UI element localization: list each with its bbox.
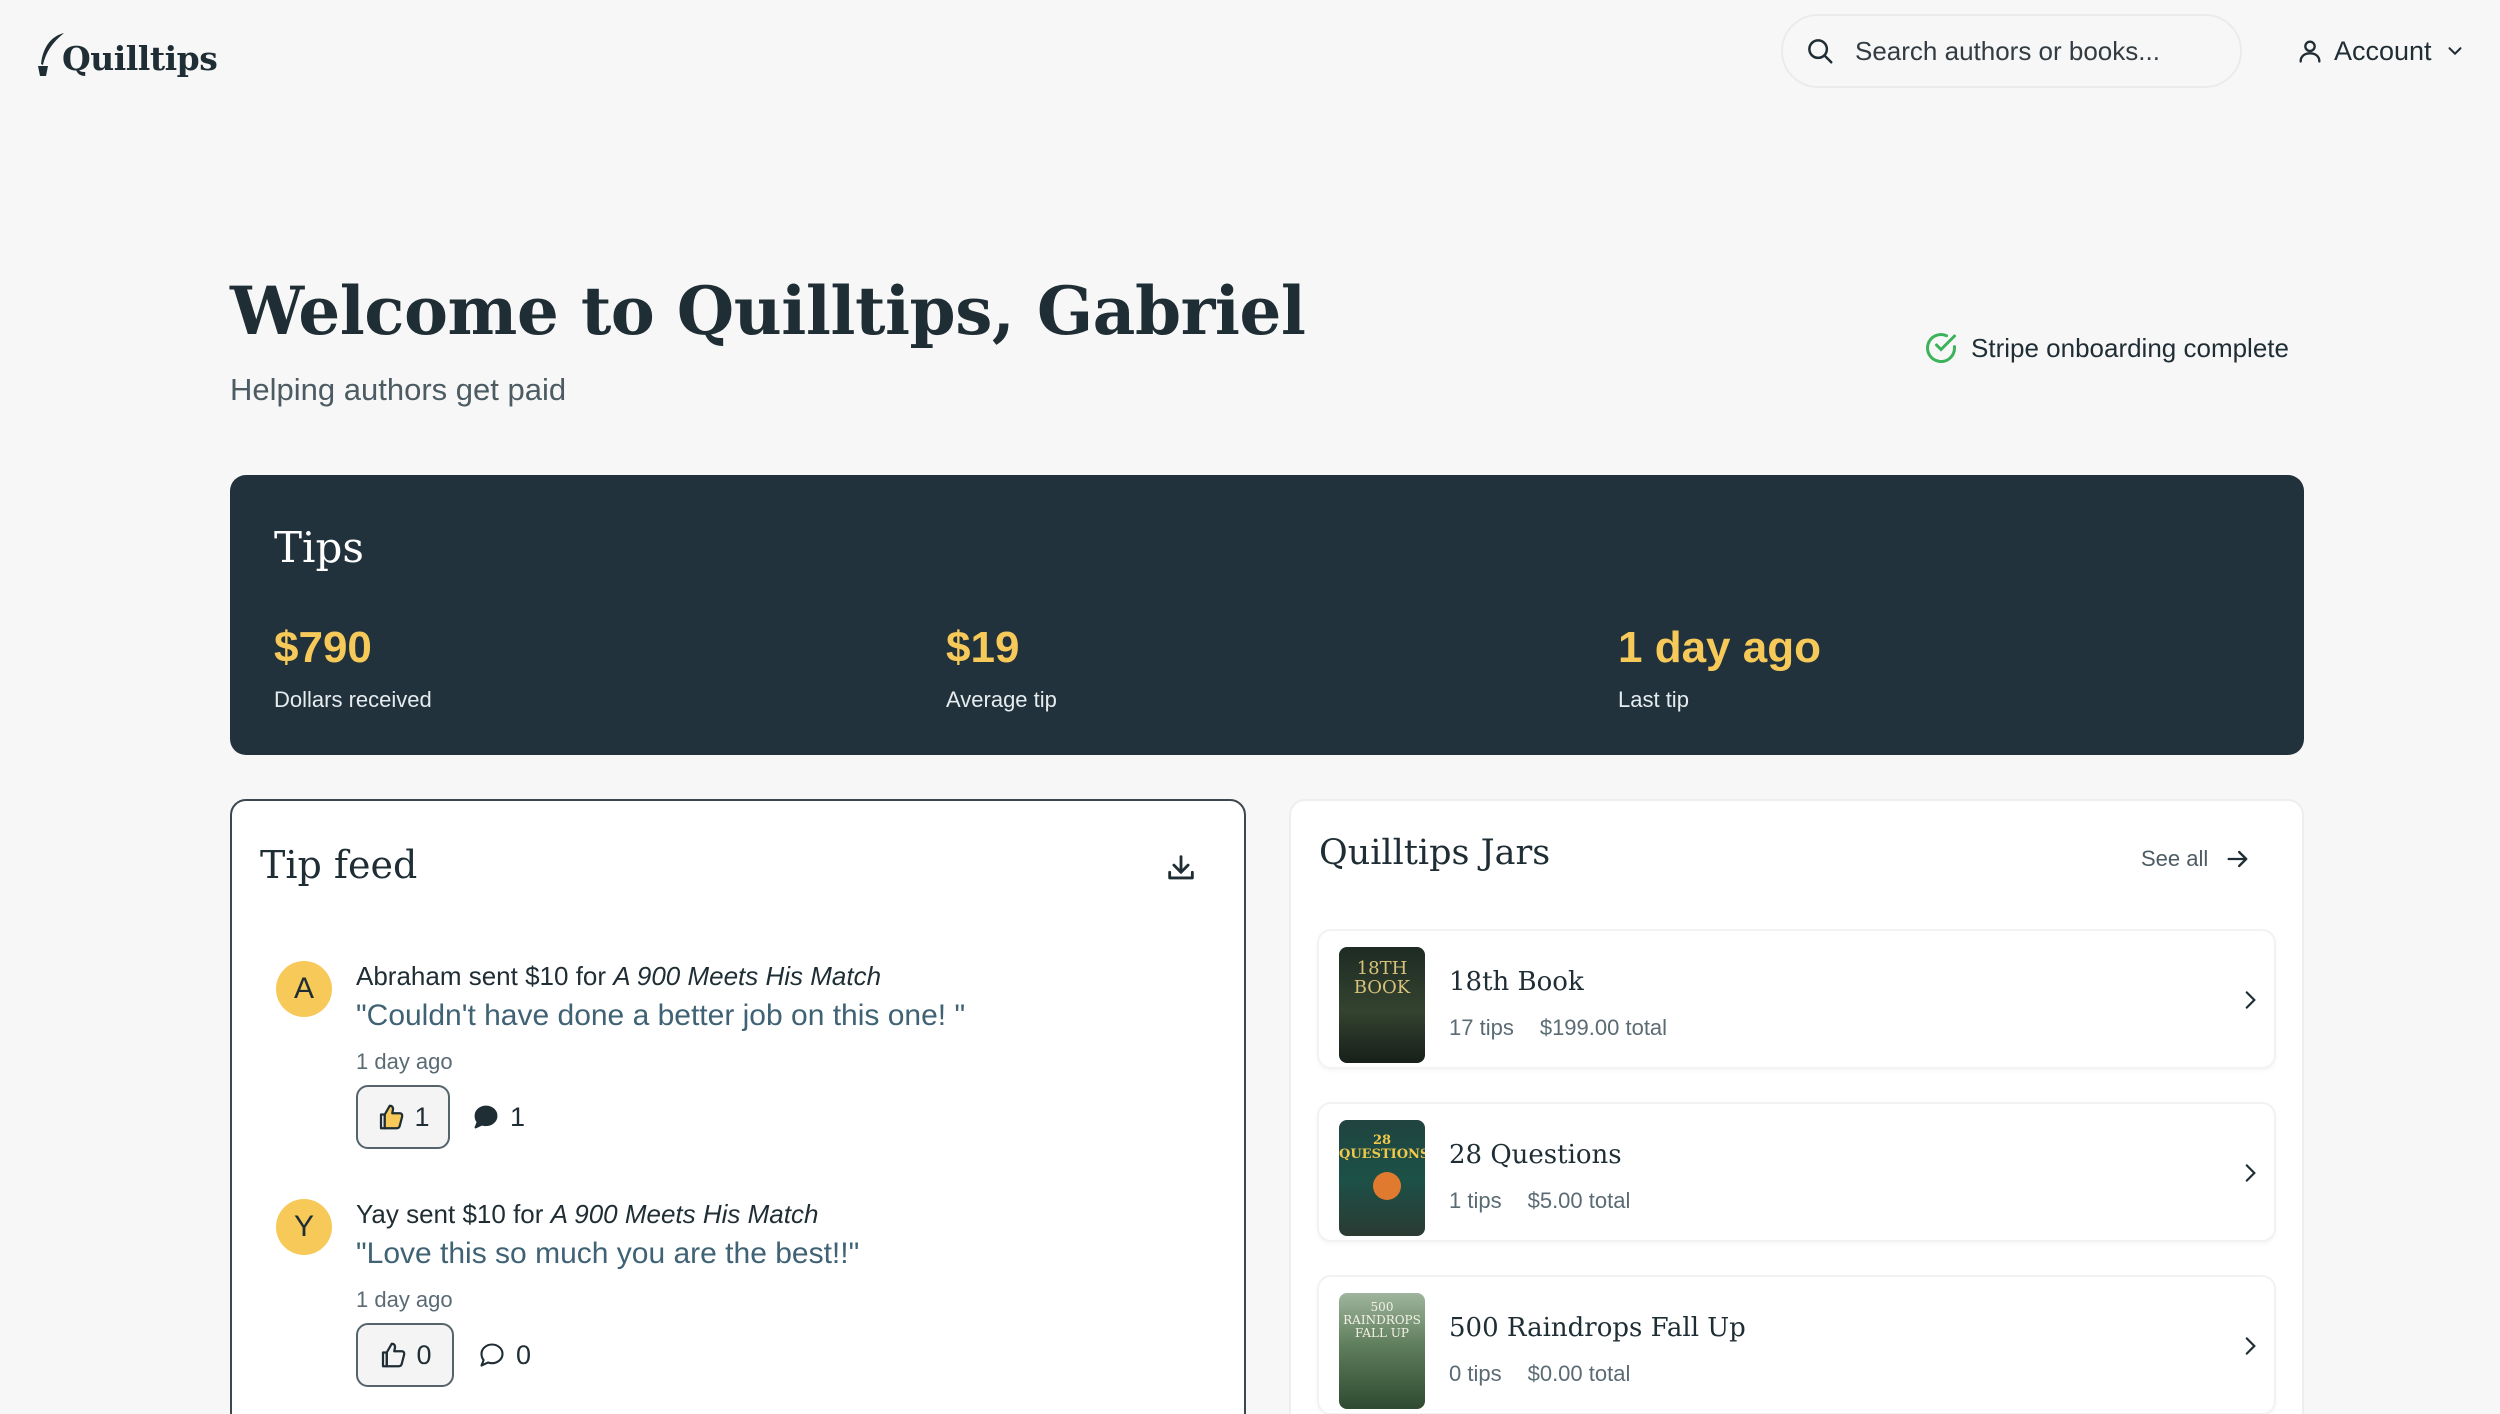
chevron-right-icon xyxy=(2245,1164,2256,1182)
cover-title: 28 QUESTIONS xyxy=(1339,1133,1425,1162)
stat-label: Average tip xyxy=(946,687,1057,712)
check-circle-icon xyxy=(1926,333,1956,363)
stat-value: 1 day ago xyxy=(1618,623,1821,672)
arrow-right-icon xyxy=(2227,850,2248,868)
jar-title: 500 Raindrops Fall Up xyxy=(1449,1313,1746,1343)
user-icon xyxy=(2299,40,2321,63)
jar-meta: 1 tips $5.00 total xyxy=(1449,1188,1630,1214)
tips-summary: Tips $790 Dollars received $19 Average t… xyxy=(230,475,2304,755)
tip-sender: Abraham sent $10 for A 900 Meets His Mat… xyxy=(356,961,881,992)
top-header: Quilltips Account xyxy=(0,0,2500,102)
jar-total: $0.00 total xyxy=(1527,1361,1631,1386)
stat-last-tip: 1 day ago Last tip xyxy=(1618,623,1821,713)
tip-message: "Couldn't have done a better job on this… xyxy=(356,999,966,1032)
book-cover: 18TH BOOK xyxy=(1339,947,1425,1063)
jar-item[interactable]: 28 QUESTIONS 28 Questions 1 tips $5.00 to… xyxy=(1317,1102,2276,1242)
quilltips-jars-card: Quilltips Jars See all 18TH BOOK 18th Bo… xyxy=(1289,799,2304,1414)
jar-total: $5.00 total xyxy=(1527,1188,1631,1213)
jar-title: 28 Questions xyxy=(1449,1140,1622,1170)
like-count: 1 xyxy=(414,1101,430,1132)
account-label: Account xyxy=(2334,35,2432,66)
chevron-right-icon xyxy=(2245,1337,2256,1355)
jar-tips: 1 tips xyxy=(1449,1188,1502,1213)
comment-icon xyxy=(480,1343,504,1367)
logo[interactable]: Quilltips xyxy=(34,22,218,78)
tip-time: 1 day ago xyxy=(356,1049,453,1074)
chevron-right-icon xyxy=(2245,991,2256,1009)
stripe-status-label: Stripe onboarding complete xyxy=(1971,332,2289,363)
chevron-down-icon xyxy=(2448,47,2462,56)
comment-button[interactable]: 1 xyxy=(472,1085,525,1149)
tip-book-title[interactable]: A 900 Meets His Match xyxy=(613,961,881,991)
thumbs-up-icon xyxy=(382,1342,406,1368)
avatar: Y xyxy=(276,1199,332,1255)
cover-title: 500 RAINDROPS FALL UP xyxy=(1343,1300,1421,1340)
tip-sender: Yay sent $10 for A 900 Meets His Match xyxy=(356,1199,818,1230)
tip-feed-title: Tip feed xyxy=(260,843,418,887)
tip-feed-card: Tip feed A Abraham sent $10 for A 900 Me… xyxy=(230,799,1246,1414)
book-cover: 500 RAINDROPS FALL UP xyxy=(1339,1293,1425,1409)
book-cover: 28 QUESTIONS xyxy=(1339,1120,1425,1236)
account-menu[interactable]: Account xyxy=(2296,30,2466,72)
comment-count: 1 xyxy=(510,1101,526,1132)
jar-item[interactable]: 18TH BOOK 18th Book 17 tips $199.00 total xyxy=(1317,929,2276,1069)
jar-tips: 17 tips xyxy=(1449,1015,1514,1040)
see-all-link[interactable]: See all xyxy=(2141,845,2252,873)
jar-tips: 0 tips xyxy=(1449,1361,1502,1386)
tip-sender-text: Yay sent $10 for xyxy=(356,1199,551,1229)
tip-time: 1 day ago xyxy=(356,1287,453,1312)
stat-average-tip: $19 Average tip xyxy=(946,623,1057,713)
like-button[interactable]: 0 xyxy=(356,1323,454,1387)
comment-count: 0 xyxy=(516,1339,532,1370)
thumbs-up-icon xyxy=(380,1104,404,1130)
see-all-label: See all xyxy=(2141,846,2209,871)
stat-dollars-received: $790 Dollars received xyxy=(274,623,432,713)
jars-title: Quilltips Jars xyxy=(1319,833,1551,873)
stat-label: Dollars received xyxy=(274,687,432,712)
like-count: 0 xyxy=(416,1339,432,1370)
jar-meta: 17 tips $199.00 total xyxy=(1449,1015,1667,1041)
stat-value: $790 xyxy=(274,623,372,672)
jar-title: 18th Book xyxy=(1449,967,1584,997)
tip-book-title[interactable]: A 900 Meets His Match xyxy=(551,1199,819,1229)
cover-title: 18TH BOOK xyxy=(1353,958,1411,998)
stat-label: Last tip xyxy=(1618,687,1689,712)
tips-title: Tips xyxy=(274,523,364,572)
page-title: Welcome to Quilltips, Gabriel xyxy=(230,272,1306,350)
avatar: A xyxy=(276,961,332,1017)
jar-meta: 0 tips $0.00 total xyxy=(1449,1361,1630,1387)
stat-value: $19 xyxy=(946,623,1020,672)
download-icon[interactable] xyxy=(1164,851,1198,885)
jar-item[interactable]: 500 RAINDROPS FALL UP 500 Raindrops Fall… xyxy=(1317,1275,2276,1414)
comment-button[interactable]: 0 xyxy=(478,1323,531,1387)
jar-total: $199.00 total xyxy=(1539,1015,1668,1040)
tip-sender-text: Abraham sent $10 for xyxy=(356,961,614,991)
search-input[interactable] xyxy=(1855,35,2215,67)
cover-art xyxy=(1373,1172,1401,1200)
stripe-status: Stripe onboarding complete xyxy=(1923,330,2289,366)
search-icon xyxy=(1808,39,1833,64)
page-subtitle: Helping authors get paid xyxy=(230,372,567,407)
search-box[interactable] xyxy=(1781,14,2242,88)
like-button[interactable]: 1 xyxy=(356,1085,450,1149)
tip-message: "Love this so much you are the best!!" xyxy=(356,1237,860,1270)
logo-text: Quilltips xyxy=(62,39,218,78)
comment-icon xyxy=(474,1105,498,1129)
